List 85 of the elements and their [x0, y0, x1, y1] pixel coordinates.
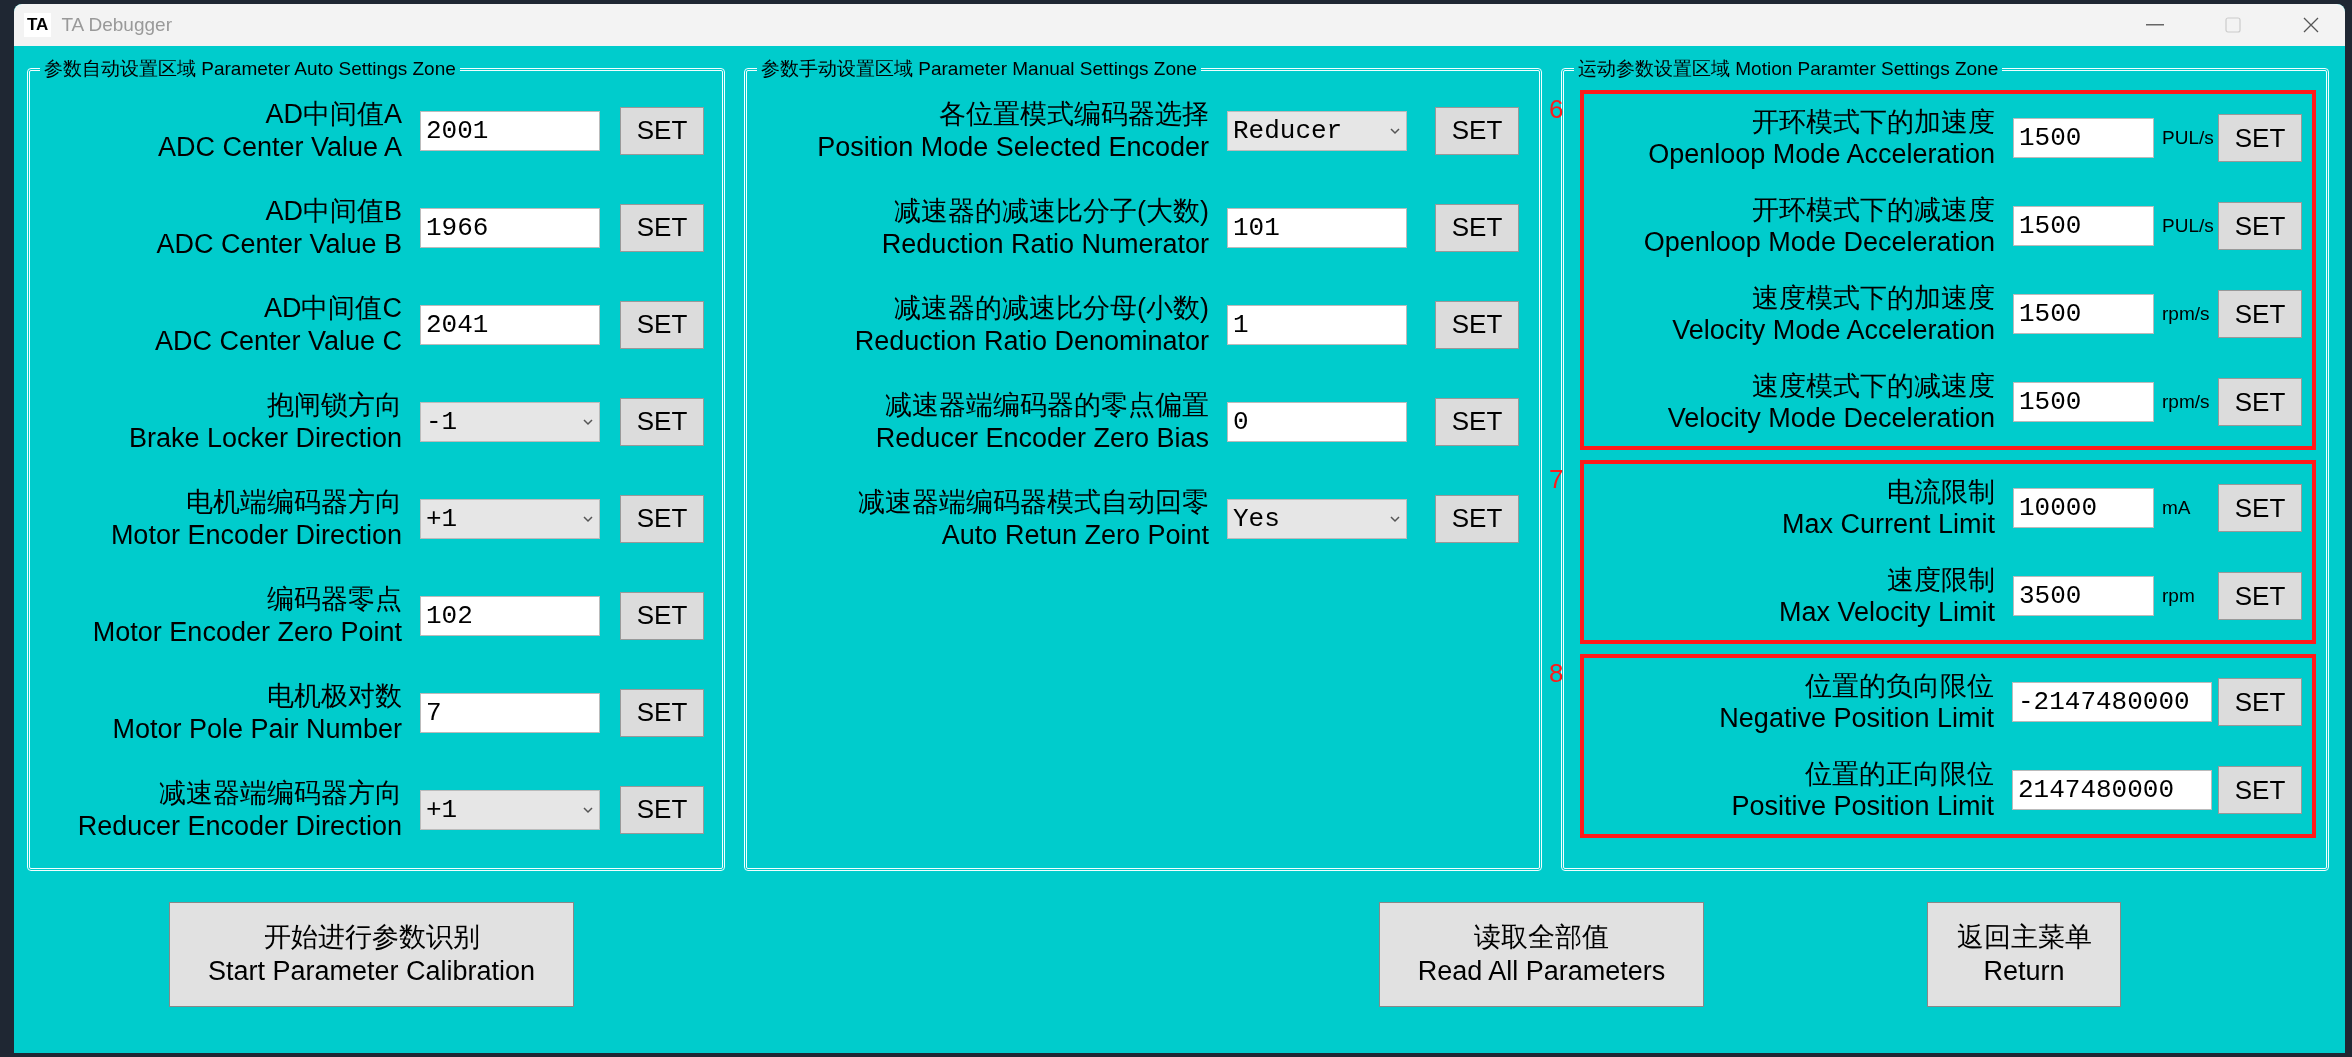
unit-label: mA	[2161, 497, 2192, 519]
input-field[interactable]: 2147480000	[2012, 770, 2212, 810]
action-button[interactable]: 读取全部值 Read All Parameters	[1379, 902, 1704, 1007]
field-label: AD中间值C ADC Center Value C	[153, 292, 403, 357]
input-field[interactable]: 3500	[2013, 576, 2154, 616]
action-button[interactable]: 开始进行参数识别 Start Parameter Calibration	[169, 902, 574, 1007]
unit-label: rpm/s	[2161, 391, 2211, 413]
panel-title: 运动参数设置区域 Motion Paramter Settings Zone	[1577, 57, 2000, 81]
minimize-icon	[2146, 24, 2164, 26]
field-label: 位置的负向限位 Negative Position Limit	[1718, 669, 1995, 735]
dropdown[interactable]: Yes	[1227, 498, 1407, 539]
set-button[interactable]: SET	[1435, 106, 1519, 155]
chevron-down-icon	[1389, 126, 1401, 135]
chevron-down-icon	[582, 417, 594, 426]
input-field[interactable]: 1500	[2013, 118, 2154, 158]
input-field[interactable]: 101	[1227, 207, 1407, 248]
field-label: 速度模式下的减速度 Velocity Mode Deceleration	[1666, 369, 1996, 435]
set-button[interactable]: SET	[2218, 378, 2302, 426]
field-label: 电流限制 Max Current Limit	[1780, 475, 1996, 541]
set-button[interactable]: SET	[1435, 397, 1519, 446]
field-label: 电机极对数 Motor Pole Pair Number	[111, 680, 403, 745]
set-button[interactable]: SET	[2218, 290, 2302, 338]
set-button[interactable]: SET	[620, 688, 704, 737]
field-label: 各位置模式编码器选择 Position Mode Selected Encoder	[816, 98, 1210, 163]
set-button[interactable]: SET	[620, 785, 704, 834]
app-logo: TA	[24, 13, 52, 37]
action-button[interactable]: 返回主菜单 Return	[1927, 902, 2121, 1007]
input-field[interactable]: 102	[420, 595, 600, 636]
field-label: 电机端编码器方向 Motor Encoder Direction	[109, 486, 403, 551]
field-label: 减速器的减速比分子(大数) Reduction Ratio Numerator	[880, 195, 1210, 260]
field-label: 减速器端编码器方向 Reducer Encoder Direction	[76, 777, 403, 842]
input-field[interactable]: 1500	[2013, 382, 2154, 422]
window-title: TA Debugger	[61, 14, 173, 36]
input-field[interactable]: 2001	[420, 110, 600, 151]
set-button[interactable]: SET	[620, 106, 704, 155]
set-button[interactable]: SET	[1435, 494, 1519, 543]
chevron-down-icon	[582, 805, 594, 814]
field-label: 开环模式下的减速度 Openloop Mode Deceleration	[1642, 193, 1996, 259]
dropdown[interactable]: -1	[420, 401, 600, 442]
field-label: 位置的正向限位 Positive Position Limit	[1730, 757, 1995, 823]
chevron-down-icon	[1389, 514, 1401, 523]
field-label: 编码器零点 Motor Encoder Zero Point	[91, 583, 403, 648]
field-label: 抱闸锁方向 Brake Locker Direction	[127, 389, 403, 454]
input-field[interactable]: 1500	[2013, 206, 2154, 246]
field-label: 开环模式下的加速度 Openloop Mode Acceleration	[1647, 105, 1996, 171]
set-button[interactable]: SET	[1435, 300, 1519, 349]
set-button[interactable]: SET	[1435, 203, 1519, 252]
field-label: 速度限制 Max Velocity Limit	[1777, 563, 1996, 629]
set-button[interactable]: SET	[620, 397, 704, 446]
unit-label: PUL/s	[2161, 127, 2212, 149]
input-field[interactable]: 1	[1227, 304, 1407, 345]
input-field[interactable]: -2147480000	[2012, 682, 2212, 722]
input-field[interactable]: 2041	[420, 304, 600, 345]
field-label: AD中间值A ADC Center Value A	[156, 98, 403, 163]
field-label: 减速器端编码器的零点偏置 Reducer Encoder Zero Bias	[874, 389, 1210, 454]
field-label: 减速器的减速比分母(小数) Reduction Ratio Denominator	[853, 292, 1210, 357]
input-field[interactable]: 1966	[420, 207, 600, 248]
dropdown[interactable]: +1	[420, 498, 600, 539]
field-label: AD中间值B ADC Center Value B	[155, 195, 403, 260]
maximize-icon	[2225, 17, 2241, 33]
set-button[interactable]: SET	[620, 591, 704, 640]
close-icon	[2303, 17, 2319, 33]
chevron-down-icon	[582, 514, 594, 523]
set-button[interactable]: SET	[2218, 114, 2302, 162]
set-button[interactable]: SET	[620, 203, 704, 252]
field-label: 减速器端编码器模式自动回零 Auto Retun Zero Point	[857, 486, 1210, 551]
input-field[interactable]: 0	[1227, 401, 1407, 442]
input-field[interactable]: 1500	[2013, 294, 2154, 334]
set-button[interactable]: SET	[2218, 766, 2302, 814]
unit-label: PUL/s	[2161, 215, 2212, 237]
set-button[interactable]: SET	[620, 300, 704, 349]
set-button[interactable]: SET	[2218, 572, 2302, 620]
set-button[interactable]: SET	[2218, 484, 2302, 532]
field-label: 速度模式下的加速度 Velocity Mode Acceleration	[1671, 281, 1996, 347]
dropdown[interactable]: +1	[420, 789, 600, 830]
panel-title: 参数手动设置区域 Parameter Manual Settings Zone	[760, 57, 1199, 81]
input-field[interactable]: 10000	[2013, 488, 2154, 528]
input-field[interactable]: 7	[420, 692, 600, 733]
unit-label: rpm/s	[2161, 303, 2211, 325]
set-button[interactable]: SET	[2218, 678, 2302, 726]
set-button[interactable]: SET	[620, 494, 704, 543]
panel-title: 参数自动设置区域 Parameter Auto Settings Zone	[43, 57, 457, 81]
set-button[interactable]: SET	[2218, 202, 2302, 250]
unit-label: rpm	[2161, 585, 2196, 607]
dropdown[interactable]: Reducer	[1227, 110, 1407, 151]
